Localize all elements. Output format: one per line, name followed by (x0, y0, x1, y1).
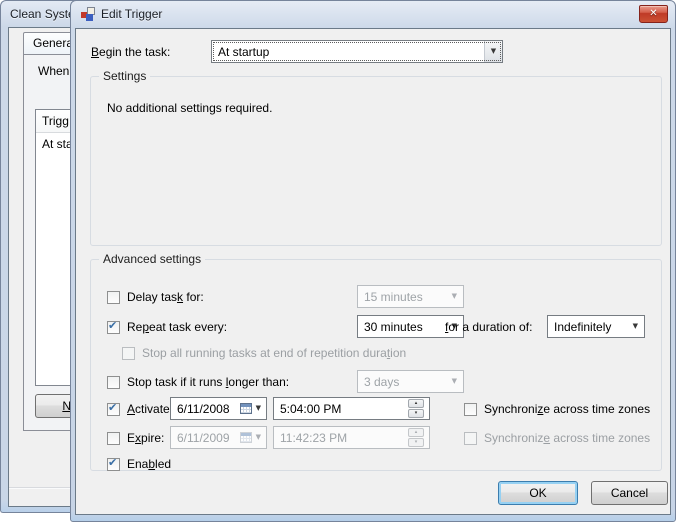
edit-trigger-titlebar[interactable]: Edit Trigger (71, 1, 675, 27)
chevron-down-icon: ▼ (256, 405, 261, 412)
expire-date-picker: 6/11/2009 ▼ (170, 426, 267, 449)
begin-task-label: Begin the task: (91, 45, 170, 59)
time-spinner-buttons[interactable]: ▴ ▾ (408, 399, 424, 418)
ok-button[interactable]: OK (498, 481, 578, 505)
edit-trigger-dialog: Edit Trigger ✕ Begin the task: At startu… (70, 0, 676, 522)
chevron-down-icon: ▼ (633, 323, 638, 330)
stop-task-label: Stop task if it runs longer than: (127, 375, 289, 389)
close-button[interactable]: ✕ (639, 5, 668, 23)
sync-timezones-expire-label: Synchronize across time zones (484, 431, 650, 445)
spinner-down-icon: ▾ (408, 438, 424, 447)
duration-value: Indefinitely (554, 320, 611, 334)
delay-duration-value: 15 minutes (364, 290, 423, 304)
stop-all-tasks-checkbox (122, 347, 135, 360)
repeat-task-label: Repeat task every: (127, 320, 227, 334)
stop-task-duration-value: 3 days (364, 375, 399, 389)
chevron-down-icon: ▼ (452, 378, 457, 385)
stop-task-duration-select: 3 days ▼ (357, 370, 464, 393)
expire-date-value: 6/11/2009 (177, 431, 230, 445)
begin-task-dropdown-button[interactable]: ▼ (484, 41, 502, 62)
duration-select[interactable]: Indefinitely ▼ (547, 315, 645, 338)
sync-timezones-expire-checkbox (464, 432, 477, 445)
close-icon: ✕ (649, 9, 657, 19)
begin-task-select[interactable]: At startup ▼ (211, 40, 503, 63)
sync-timezones-label: Synchronize across time zones (484, 402, 650, 416)
desktop: Clean Syste General When y Trigg At sta … (0, 0, 677, 523)
activate-time-value: 5:04:00 PM (280, 402, 341, 416)
time-spinner-buttons: ▴ ▾ (408, 428, 424, 447)
stop-all-tasks-label: Stop all running tasks at end of repetit… (142, 346, 406, 360)
cancel-button[interactable]: Cancel (591, 481, 668, 505)
expire-time-value: 11:42:23 PM (280, 431, 347, 445)
expire-time-spinner: 11:42:23 PM ▴ ▾ (273, 426, 430, 449)
begin-task-value: At startup (218, 45, 269, 59)
expire-checkbox[interactable] (107, 432, 120, 445)
stop-task-checkbox[interactable] (107, 376, 120, 389)
advanced-group-label: Advanced settings (99, 252, 205, 266)
activate-date-value: 6/11/2008 (177, 402, 230, 416)
activate-checkbox[interactable] (107, 403, 120, 416)
settings-message: No additional settings required. (107, 101, 272, 115)
advanced-settings-group: Advanced settings Delay task for: 15 min… (90, 259, 662, 471)
activate-date-picker[interactable]: 6/11/2008 ▼ (170, 397, 267, 420)
spinner-up-icon[interactable]: ▴ (408, 399, 424, 408)
enabled-checkbox[interactable] (107, 458, 120, 471)
repeat-task-checkbox[interactable] (107, 321, 120, 334)
chevron-down-icon: ▼ (256, 434, 261, 441)
duration-label: for a duration of: (445, 320, 532, 334)
delay-duration-select: 15 minutes ▼ (357, 285, 464, 308)
activate-label: Activate: (127, 402, 173, 416)
dialog-body: Begin the task: At startup ▼ Settings No… (75, 28, 671, 515)
sync-timezones-checkbox[interactable] (464, 403, 477, 416)
triggers-column-label: Trigg (42, 114, 69, 128)
chevron-down-icon: ▼ (452, 293, 457, 300)
dialog-title: Edit Trigger (101, 7, 162, 21)
settings-group: Settings No additional settings required… (90, 76, 662, 246)
enabled-label: Enabled (127, 457, 171, 471)
settings-group-label: Settings (99, 69, 150, 83)
delay-task-label: Delay task for: (127, 290, 204, 304)
repeat-interval-value: 30 minutes (364, 320, 423, 334)
expire-label: Expire: (127, 431, 164, 445)
delay-task-checkbox[interactable] (107, 291, 120, 304)
spinner-up-icon: ▴ (408, 428, 424, 437)
spinner-down-icon[interactable]: ▾ (408, 409, 424, 418)
clean-system-title: Clean Syste (10, 7, 75, 21)
app-icon (80, 6, 96, 22)
calendar-icon (240, 432, 252, 443)
activate-time-spinner[interactable]: 5:04:00 PM ▴ ▾ (273, 397, 430, 420)
chevron-down-icon: ▼ (491, 48, 496, 55)
calendar-icon (240, 403, 252, 414)
